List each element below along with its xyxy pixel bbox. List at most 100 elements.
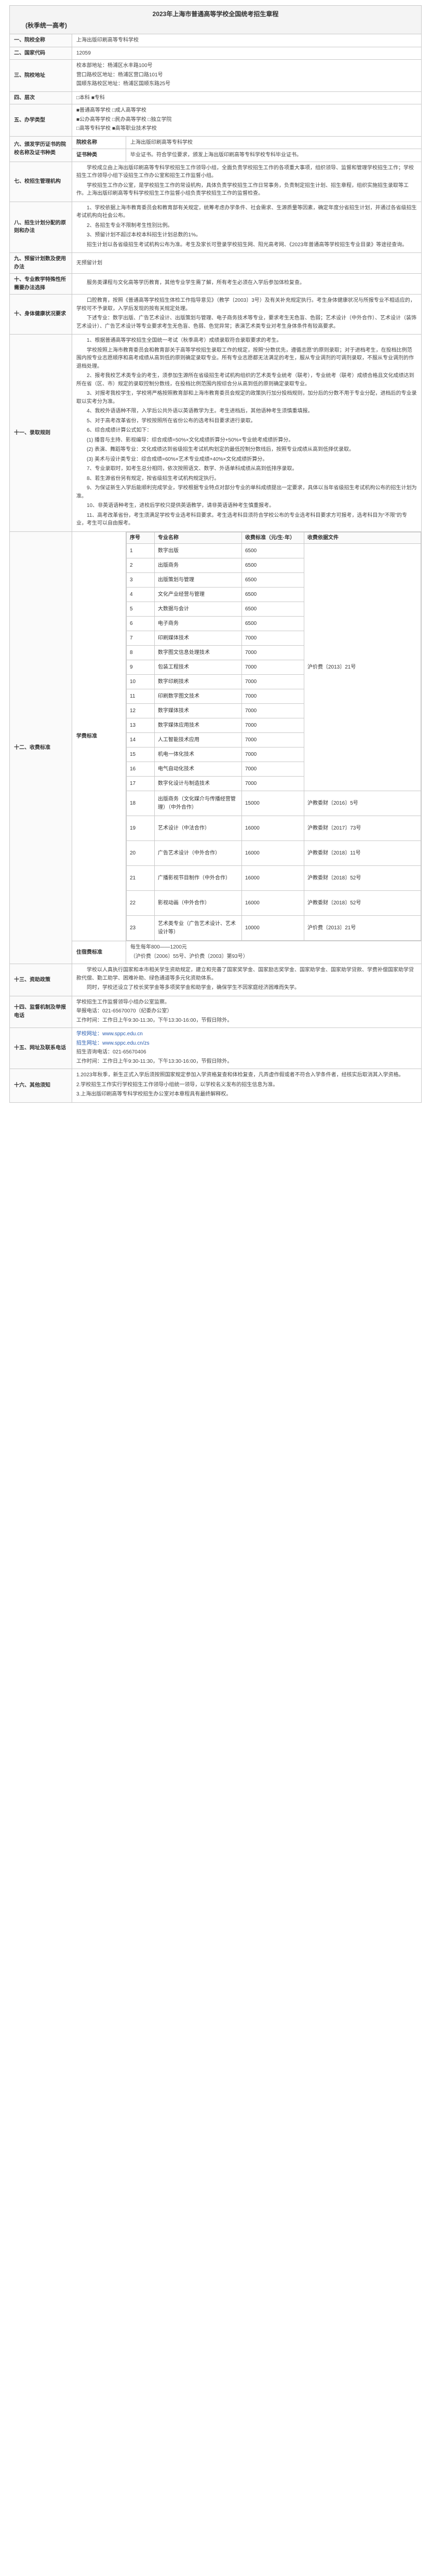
tuition-major: 出版商务 xyxy=(154,558,242,573)
address-line: 校本部地址：杨浦区水丰路100号 xyxy=(76,63,153,69)
tuition-amount: 7000 xyxy=(241,732,304,748)
tuition-index: 9 xyxy=(126,660,155,675)
section-label: 二、国家代码 xyxy=(9,46,72,60)
row-supervision: 十四、监督机制及举报电话 学校招生工作监督领导小组办公室监察。 举报电话：021… xyxy=(9,995,422,1029)
tuition-amount: 7000 xyxy=(241,645,304,661)
paragraph: 招生计划以各省级招生考试机构公布为准。考生及家长可登录学校招生网、阳光高考网、《… xyxy=(87,242,408,248)
tuition-major: 数字图文信息处理技术 xyxy=(154,645,242,661)
tuition-major: 出版策划与管理 xyxy=(154,572,242,588)
tuition-basis-doc: 沪教委财〔2018〕52号 xyxy=(304,865,421,891)
tuition-major: 印刷数字图文技术 xyxy=(154,689,242,704)
contact-hours: 工作时间：工作日上午9:30-11:30，下午13:30-16:00，节假日除外… xyxy=(76,1058,233,1064)
tuition-amount: 7000 xyxy=(241,747,304,763)
paragraph: 10、非英语语种考生，进校后学校只提供英语教学，请非英语语种考生慎重报考。 xyxy=(87,503,275,509)
tuition-major: 印刷媒体技术 xyxy=(154,631,242,646)
plan-allocation-text: 1、学校依据上海市教育委员会和教育部有关规定，统筹考虑办学条件、社会需求、生源质… xyxy=(72,201,422,253)
paragraph: 3.上海出版印刷高等专科学校招生办公室对本章程具有最终解释权。 xyxy=(76,1091,232,1098)
tuition-major: 电子商务 xyxy=(154,616,242,632)
paragraph: 2、各招生专业不限制考生性别比例。 xyxy=(87,222,173,229)
row-certificate-school: 六、颁发学历证书的院校名称及证书种类 院校名称 上海出版印刷高等专科学校 xyxy=(9,136,422,162)
paragraph: 3、预留计划不超过本校本科招生计划总数的1%。 xyxy=(87,232,201,238)
tuition-major: 数字化设计与制造技术 xyxy=(154,776,242,792)
school-website-link[interactable]: 学校网址：www.sppc.edu.cn xyxy=(76,1030,417,1038)
tuition-major: 广播影视节目制作（中外合作） xyxy=(154,865,242,891)
page: 2023年上海市普通高等学校全国统考招生章程 (秋季统一高考) 一、院校全称 上… xyxy=(0,0,431,1110)
supervision-text: 学校招生工作监督领导小组办公室监察。 举报电话：021-65670070（纪委办… xyxy=(72,995,422,1029)
tuition-row: 20 广告艺术设计（中外合作） 16000 沪教委财〔2018〕11号 xyxy=(126,840,421,866)
tuition-row: 1 数字出版 6500 沪价费〔2013〕21号 xyxy=(126,543,421,792)
supervision-line: 学校招生工作监督领导小组办公室监察。 xyxy=(76,999,170,1005)
tuition-header-row: 序号 专业名称 收费标准（元/生·年） 收费依据文件 xyxy=(126,531,421,544)
tuition-amount: 7000 xyxy=(241,718,304,733)
tuition-index: 15 xyxy=(126,747,155,763)
tuition-amount: 16000 xyxy=(241,865,304,891)
paragraph: 学校以人真执行国家和本市相关学生资助规定，建立和完善了国家奖学金、国家励志奖学金… xyxy=(76,967,414,981)
column-header: 专业名称 xyxy=(154,531,242,544)
column-header: 收费依据文件 xyxy=(304,531,421,544)
section-label: 八、招生计划分配的原则和办法 xyxy=(9,201,72,253)
paragraph: 8、若生源省份另有规定，按省级招生考试机构规定执行。 xyxy=(87,475,220,482)
tuition-index: 6 xyxy=(126,616,155,632)
special-majors-text: 服务类课程与文化高等学历教育，其他专业学生需了解，所有考生必须在入学后参加体检复… xyxy=(72,273,422,295)
row-other-notes: 十六、其他须知 1.2023年秋季，新生正式入学后须按照国家规定参加入学资格复查… xyxy=(9,1069,422,1103)
document-subtitle: (秋季统一高考) xyxy=(25,21,67,29)
tuition-amount: 7000 xyxy=(241,689,304,704)
tuition-index: 22 xyxy=(126,890,155,916)
tuition-amount: 16000 xyxy=(241,816,304,842)
section-label: 十五、网址及联系电话 xyxy=(9,1027,72,1070)
paragraph: 11、高考改革省份，考生须满足学校专业选考科目要求。考生选考科目须符合学校公布的… xyxy=(76,512,408,527)
row-school-type: 五、办学类型 ■普通高等学校 □成人高等学校 ■公办高等学校 □民办高等学校 □… xyxy=(9,104,422,137)
row-admission-rules: 十一、录取规则 1、根据普通高等学校招生全国统一考试（秋季高考）成绩录取符合录取… xyxy=(9,334,422,532)
contact-phone: 招生咨询电话：021-65670406 xyxy=(76,1049,146,1056)
school-type-line: ■普通高等学校 □成人高等学校 xyxy=(76,108,146,114)
section-label: 十、身体健康状况要求 xyxy=(9,294,72,335)
tuition-index: 18 xyxy=(126,791,155,817)
paragraph: 学校招生工作办公室，是学校招生工作的常设机构，具体负责学校招生工作日常事务，负责… xyxy=(76,182,409,197)
supervision-line: 举报电话：021-65670070（纪委办公室） xyxy=(76,1008,172,1015)
school-type-line: ■公办高等学校 □民办高等学校 □独立学院 xyxy=(76,116,172,123)
tuition-major: 广告艺术设计（中外合作） xyxy=(154,840,242,866)
school-type-list: ■普通高等学校 □成人高等学校 ■公办高等学校 □民办高等学校 □独立学院 □高… xyxy=(72,104,422,137)
section-label: 十二、收费标准 xyxy=(9,531,72,965)
section-label: 九、预留计划数及使用办法 xyxy=(9,252,72,274)
row-tuition: 十二、收费标准 学费标准 序号 专业名称 收费标准（元/生·年） 收费依据文件 xyxy=(9,531,422,965)
health-requirements-text: 口腔教育，按照《普通高等学校招生体检工作指导意见》（教学〔2003〕3号）及有关… xyxy=(72,294,422,335)
paragraph: (3) 美术与设计类专业：综合成绩=60%×艺术专业成绩+40%×文化成绩折算分… xyxy=(87,456,268,462)
paragraph: 1.2023年秋季，新生正式入学后须按照国家规定参加入学资格复查和体检复查，凡弄… xyxy=(76,1072,404,1078)
tuition-table: 序号 专业名称 收费标准（元/生·年） 收费依据文件 1 数字出版 6500 沪价费〔… xyxy=(126,531,421,941)
tuition-major: 电气自动化技术 xyxy=(154,762,242,777)
tuition-index: 7 xyxy=(126,631,155,646)
tuition-basis-doc: 沪教委财〔2018〕11号 xyxy=(304,840,421,866)
section-label: 十一、录取规则 xyxy=(9,334,72,532)
paragraph: (1) 播音与主持、影视编导：综合成绩=50%×文化成绩折算分+50%×专业统考… xyxy=(87,437,294,443)
tuition-index: 10 xyxy=(126,674,155,690)
level-value: □本科 ■专科 xyxy=(72,91,422,105)
tuition-major: 数字媒体技术 xyxy=(154,703,242,719)
sub-label: 证书种类 xyxy=(72,149,126,162)
tuition-index: 11 xyxy=(126,689,155,704)
national-code-value: 12059 xyxy=(72,46,422,60)
tuition-basis-doc: 沪教委财〔2017〕73号 xyxy=(304,816,421,842)
tuition-major: 包装工程技术 xyxy=(154,660,242,675)
admission-website-link[interactable]: 招生网址：www.sppc.edu.cn/zs xyxy=(76,1039,417,1048)
section-label: 十、专业教学特殊性所需要办法选择 xyxy=(9,273,72,295)
tuition-index: 8 xyxy=(126,645,155,661)
row-admission-office: 七、校招生管理机构 学校成立由上海出版印刷高等专科学校招生工作领导小组，全面负责… xyxy=(9,161,422,202)
tuition-major: 数字出版 xyxy=(154,543,242,559)
tuition-rows: 1 数字出版 6500 沪价费〔2013〕21号 2 出版商务 6500 3 出版策划与管理 65… xyxy=(126,543,421,941)
section-label: 十六、其他须知 xyxy=(9,1069,72,1103)
tuition-amount: 16000 xyxy=(241,890,304,916)
address-line: 营口路校区地址：杨浦区营口路101号 xyxy=(76,72,163,78)
section-label: 一、院校全称 xyxy=(9,34,72,47)
paragraph: 下述专业：数字出版、广告艺术设计、出版策划与管理、电子商务技术等专业，要求考生无… xyxy=(76,315,416,329)
tuition-major: 出版商务（文化媒介与传播经营管理）（中外合作） xyxy=(154,791,242,817)
tuition-amount: 7000 xyxy=(241,703,304,719)
tuition-index: 17 xyxy=(126,776,155,792)
paragraph: 3、对报考我校学生，学校将严格按照教育部和上海市教育委员会规定的政策执行加分投档… xyxy=(76,391,417,405)
paragraph: 同时，学校还设立了校长奖学金等多项奖学金和助学金，确保学生不因家庭经济困难而失学… xyxy=(87,985,300,991)
paragraph: (2) 表演、舞蹈等专业：文化成绩达到省级招生考试机构划定的最低控制分数线后，按… xyxy=(87,447,354,453)
tuition-amount: 7000 xyxy=(241,631,304,646)
tuition-index: 14 xyxy=(126,732,155,748)
address-list: 校本部地址：杨浦区水丰路100号 营口路校区地址：杨浦区营口路101号 国顺东路… xyxy=(72,59,422,92)
tuition-amount: 6500 xyxy=(241,543,304,559)
